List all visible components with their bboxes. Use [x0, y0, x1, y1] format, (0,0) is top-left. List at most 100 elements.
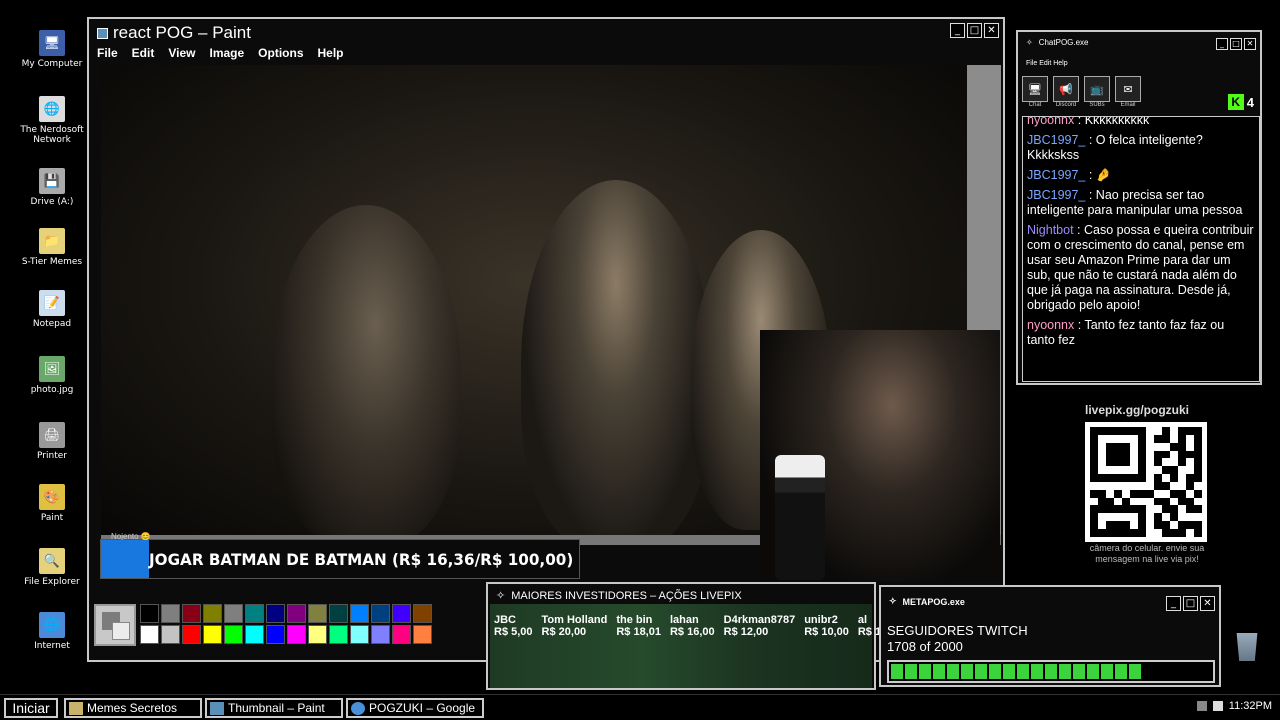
color-swatch[interactable] [329, 604, 348, 623]
desktop-icon-notepad[interactable]: 📝 Notepad [14, 290, 90, 329]
chat-log[interactable]: nyoonnx : Kkkkkkkkkk JBC1997_ : O felca i… [1022, 116, 1260, 382]
maximize-button[interactable]: □ [967, 23, 982, 38]
progress-segment [1003, 664, 1015, 679]
mascot-figure [775, 455, 825, 580]
chat-username[interactable]: Nightbot [1027, 223, 1074, 237]
tool-chat[interactable]: 🖥 Chat [1022, 76, 1048, 108]
chat-username[interactable]: JBC1997_ [1027, 188, 1085, 202]
color-swatch[interactable] [350, 604, 369, 623]
menu-help[interactable]: Help [318, 46, 344, 60]
chat-username[interactable]: nyoonnx [1027, 117, 1074, 127]
chat-message: JBC1997_ : O felca inteligente? Kkkkskss [1027, 133, 1255, 163]
chat-username[interactable]: nyoonnx [1027, 318, 1074, 332]
progress-segment [891, 664, 903, 679]
color-palette [94, 604, 432, 646]
color-swatch[interactable] [371, 625, 390, 644]
desktop-icon-paint[interactable]: 🎨 Paint [14, 484, 90, 523]
chat-separator: : [1074, 318, 1085, 332]
background-color [112, 622, 130, 640]
start-button[interactable]: Iniciar [4, 698, 58, 718]
banner-accent [101, 540, 149, 578]
investors-title: MAIORES INVESTIDORES – AÇÕES LIVEPIX [511, 589, 742, 602]
tool-subs[interactable]: 📺 SUBs [1084, 76, 1110, 108]
color-swatch[interactable] [329, 625, 348, 644]
notepad-icon: 📝 [39, 290, 65, 316]
desktop-icon-my-computer[interactable]: 🖥 My Computer [14, 30, 90, 69]
kick-icon: K [1227, 94, 1244, 110]
color-swatch[interactable] [308, 625, 327, 644]
chat-username[interactable]: JBC1997_ [1027, 168, 1085, 182]
color-swatch[interactable] [266, 604, 285, 623]
desktop-icon-label: S-Tier Memes [21, 257, 83, 267]
color-swatch[interactable] [413, 625, 432, 644]
color-swatch[interactable] [182, 625, 201, 644]
color-swatch[interactable] [224, 625, 243, 644]
color-swatch[interactable] [140, 625, 159, 644]
color-swatch[interactable] [224, 604, 243, 623]
desktop-icon-label: Notepad [32, 319, 72, 329]
tool-email[interactable]: ✉ Email [1115, 76, 1141, 108]
color-swatch[interactable] [287, 604, 306, 623]
maximize-button[interactable]: □ [1183, 596, 1198, 611]
maximize-button[interactable]: □ [1230, 38, 1242, 50]
chat-username[interactable]: JBC1997_ [1027, 133, 1085, 147]
chat-separator: : [1073, 223, 1084, 237]
minimize-button[interactable]: _ [1216, 38, 1228, 50]
color-swatch[interactable] [266, 625, 285, 644]
desktop-icon-the-nerdosoft-network[interactable]: 🌐 The Nerdosoft Network [14, 96, 90, 145]
tool-discord[interactable]: 📢 Discord [1053, 76, 1079, 108]
color-swatch[interactable] [161, 625, 180, 644]
menu-file[interactable]: File [97, 46, 118, 60]
menu-image[interactable]: Image [209, 46, 244, 60]
investor-value: R$ 18,01 [616, 626, 661, 638]
minimize-button[interactable]: _ [950, 23, 965, 38]
color-swatch[interactable] [350, 625, 369, 644]
investor-value: R$ 16,00 [669, 626, 715, 638]
color-swatch[interactable] [392, 625, 411, 644]
current-colors[interactable] [94, 604, 136, 646]
color-swatch[interactable] [287, 625, 306, 644]
task-memes-secretos[interactable]: Memes Secretos [64, 698, 202, 718]
menu-view[interactable]: View [168, 46, 195, 60]
investor-item: the bin R$ 18,01 [616, 614, 661, 638]
volume-icon[interactable] [1212, 701, 1223, 711]
qr-pattern [1090, 427, 1202, 537]
color-swatch[interactable] [203, 604, 222, 623]
color-swatch[interactable] [245, 625, 264, 644]
minimize-button[interactable]: _ [1166, 596, 1181, 611]
close-button[interactable]: ✕ [1244, 38, 1256, 50]
chat-text: 🤌 [1095, 168, 1112, 182]
chat-toolbar: 🖥 Chat 📢 Discord 📺 SUBs ✉ Email [1022, 76, 1141, 108]
investor-name: D4rkman8787 [723, 614, 796, 626]
color-swatch[interactable] [308, 604, 327, 623]
menu-options[interactable]: Options [258, 46, 303, 60]
color-swatch[interactable] [245, 604, 264, 623]
color-swatch[interactable] [413, 604, 432, 623]
desktop-icon-internet[interactable]: 🌐 Internet [14, 612, 90, 651]
task-pogzuki-google[interactable]: POGZUKI – Google [346, 698, 484, 718]
desktop-icon-file-explorer[interactable]: 🔍 File Explorer [14, 548, 90, 587]
color-swatch[interactable] [203, 625, 222, 644]
paint-icon [210, 701, 224, 715]
desktop-icon-printer[interactable]: 🖨 Printer [14, 422, 90, 461]
task-thumbnail-paint[interactable]: Thumbnail – Paint [205, 698, 343, 718]
desktop-icon-drive-a[interactable]: 💾 Drive (A:) [14, 168, 90, 207]
color-swatch[interactable] [392, 604, 411, 623]
menu-edit[interactable]: Edit [132, 46, 155, 60]
pog-icon: ✧ [1026, 38, 1033, 47]
progress-segment [947, 664, 959, 679]
printer-icon: 🖨 [39, 422, 65, 448]
desktop-icon-s-tier-memes[interactable]: 📁 S-Tier Memes [14, 228, 90, 267]
close-button[interactable]: ✕ [984, 23, 999, 38]
color-swatch[interactable] [140, 604, 159, 623]
color-swatch[interactable] [371, 604, 390, 623]
network-tray-icon[interactable] [1196, 701, 1207, 711]
color-swatch[interactable] [182, 604, 201, 623]
meta-window-controls: _ □ ✕ [1166, 596, 1215, 611]
paint-icon: 🎨 [39, 484, 65, 510]
chat-menu-bar[interactable]: File Edit Help [1026, 60, 1068, 67]
close-button[interactable]: ✕ [1200, 596, 1215, 611]
color-swatch[interactable] [161, 604, 180, 623]
desktop-icon-photo-jpg[interactable]: 🖼 photo.jpg [14, 356, 90, 395]
recycle-bin-icon[interactable] [1236, 633, 1258, 661]
